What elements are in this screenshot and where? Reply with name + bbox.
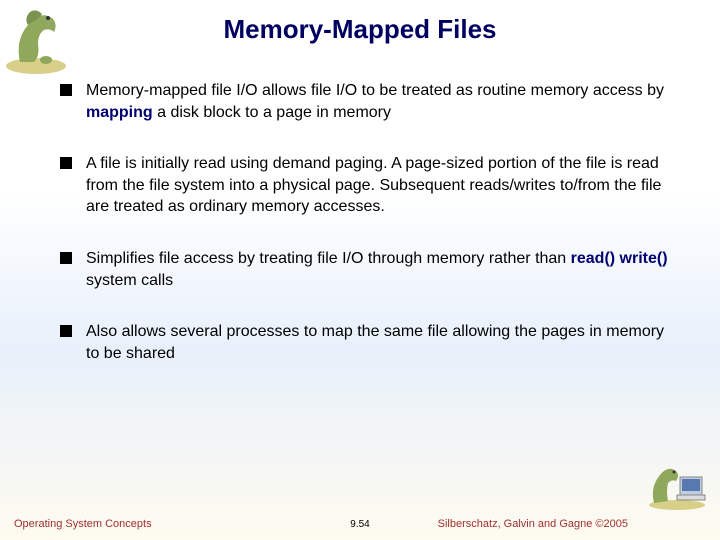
bullet-item: A file is initially read using demand pa… (60, 153, 680, 218)
bullet-text: Simplifies file access by treating file … (86, 248, 680, 291)
bullet-text: Also allows several processes to map the… (86, 321, 680, 364)
footer-copyright: Silberschatz, Galvin and Gagne ©2005 (438, 518, 628, 530)
bullet-icon (60, 252, 72, 264)
bullet-text-post: system calls (86, 272, 173, 289)
bullet-text-post: a disk block to a page in memory (153, 104, 391, 121)
dinosaur-logo-top-left (0, 0, 80, 80)
slide-title: Memory-Mapped Files (0, 0, 720, 51)
footer-left: Operating System Concepts (14, 518, 152, 530)
slide-footer: Operating System Concepts 9.54 Silbersch… (0, 518, 720, 530)
bullet-item: Also allows several processes to map the… (60, 321, 680, 364)
bullet-keyword: read() write() (571, 250, 668, 267)
bullet-icon (60, 325, 72, 337)
footer-page-number: 9.54 (350, 519, 369, 530)
dinosaur-logo-bottom-right (642, 457, 712, 512)
bullet-text: A file is initially read using demand pa… (86, 153, 680, 218)
bullet-item: Simplifies file access by treating file … (60, 248, 680, 291)
bullet-text-pre: Memory-mapped file I/O allows file I/O t… (86, 82, 664, 99)
slide-content: Memory-mapped file I/O allows file I/O t… (0, 52, 720, 364)
bullet-text: Memory-mapped file I/O allows file I/O t… (86, 80, 680, 123)
bullet-icon (60, 84, 72, 96)
bullet-keyword: mapping (86, 104, 153, 121)
bullet-icon (60, 157, 72, 169)
bullet-item: Memory-mapped file I/O allows file I/O t… (60, 80, 680, 123)
bullet-text-pre: Simplifies file access by treating file … (86, 250, 571, 267)
